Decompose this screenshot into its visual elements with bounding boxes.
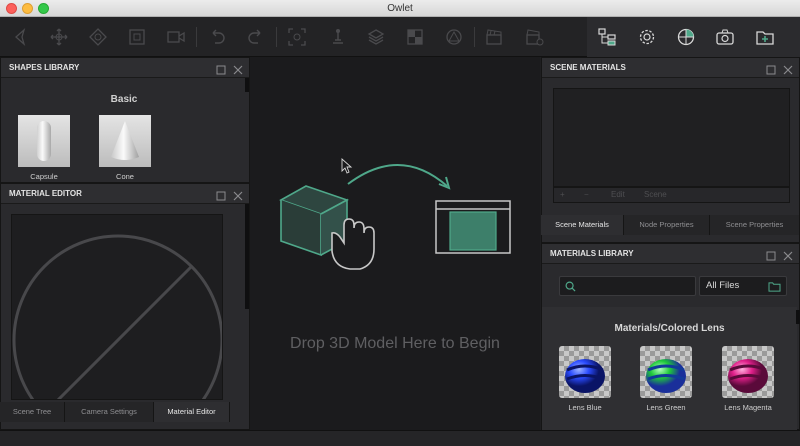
redo-icon[interactable] xyxy=(244,25,268,49)
materials-grid: Materials/Colored Lens Lens Blue Lens Gr… xyxy=(542,307,797,431)
capsule-label: Capsule xyxy=(30,172,58,181)
file-filter-value: All Files xyxy=(706,280,740,291)
scene-material-button[interactable]: Scene xyxy=(644,188,667,202)
lens-blue-material[interactable] xyxy=(559,346,611,398)
drop-illustration xyxy=(279,157,511,270)
maximize-icon[interactable] xyxy=(216,189,226,201)
toolbar xyxy=(0,17,800,57)
edit-material-button[interactable]: Edit xyxy=(611,188,625,202)
add-material-button[interactable]: + xyxy=(560,188,565,202)
clapper-icon[interactable] xyxy=(482,25,506,49)
zoom-window-button[interactable] xyxy=(38,3,49,14)
materials-category-title: Materials/Colored Lens xyxy=(614,323,725,334)
window-icon xyxy=(435,200,511,254)
maximize-icon[interactable] xyxy=(216,63,226,75)
close-icon[interactable] xyxy=(783,249,793,261)
shapes-library-header: SHAPES LIBRARY xyxy=(1,58,249,78)
tab-node-properties[interactable]: Node Properties xyxy=(624,215,710,235)
focus-icon[interactable] xyxy=(285,25,309,49)
gear-icon[interactable] xyxy=(635,25,659,49)
cone-shape-tile[interactable] xyxy=(99,115,151,167)
folder-icon[interactable] xyxy=(768,281,781,292)
search-input[interactable] xyxy=(559,276,696,296)
capsule-shape-tile[interactable] xyxy=(18,115,70,167)
title-bar: Owlet xyxy=(0,0,800,17)
triangle-icon[interactable] xyxy=(442,25,466,49)
scene-materials-title: SCENE MATERIALS xyxy=(550,63,626,72)
remove-material-button[interactable]: − xyxy=(584,188,589,202)
scene-materials-list[interactable] xyxy=(553,88,790,187)
scale-icon[interactable] xyxy=(125,25,149,49)
tab-scene-materials[interactable]: Scene Materials xyxy=(541,215,624,235)
layers-icon[interactable] xyxy=(364,25,388,49)
drop-model-text: Drop 3D Model Here to Begin xyxy=(290,335,500,352)
cone-label: Cone xyxy=(116,172,134,181)
checker-icon[interactable] xyxy=(403,25,427,49)
minimize-window-button[interactable] xyxy=(22,3,33,14)
tab-camera-settings[interactable]: Camera Settings xyxy=(65,402,154,422)
close-icon[interactable] xyxy=(783,63,793,75)
scene-materials-actions: + − Edit Scene xyxy=(553,187,790,203)
window-title: Owlet xyxy=(387,3,413,14)
close-icon[interactable] xyxy=(233,63,243,75)
rotate-icon[interactable] xyxy=(86,25,110,49)
toolbar-right-group xyxy=(587,17,800,57)
camera-frame-icon[interactable] xyxy=(164,25,188,49)
close-window-button[interactable] xyxy=(6,3,17,14)
lens-green-label: Lens Green xyxy=(646,403,686,412)
materials-library-title: MATERIALS LIBRARY xyxy=(550,249,634,258)
tab-scene-properties[interactable]: Scene Properties xyxy=(710,215,800,235)
material-preview-area xyxy=(11,214,223,400)
maximize-icon[interactable] xyxy=(766,63,776,75)
mouse-cursor-icon xyxy=(341,157,353,174)
lens-green-material[interactable] xyxy=(640,346,692,398)
no-material-icon xyxy=(12,234,222,399)
shapes-section-title: Basic xyxy=(110,94,138,105)
lens-blue-label: Lens Blue xyxy=(568,403,602,412)
lens-magenta-material[interactable] xyxy=(722,346,774,398)
camera-icon[interactable] xyxy=(713,25,737,49)
left-tabbar: Scene Tree Camera Settings Material Edit… xyxy=(0,402,250,422)
globe-icon[interactable] xyxy=(674,25,698,49)
shapes-library-title: SHAPES LIBRARY xyxy=(9,63,80,72)
lens-magenta-label: Lens Magenta xyxy=(724,403,772,412)
maximize-icon[interactable] xyxy=(766,249,776,261)
materials-library-panel: MATERIALS LIBRARY All Files Materials/Co… xyxy=(541,243,800,431)
file-filter-select[interactable]: All Files xyxy=(699,276,787,296)
close-icon[interactable] xyxy=(233,189,243,201)
right-tabbar: Scene Materials Node Properties Scene Pr… xyxy=(541,215,800,235)
folder-add-icon[interactable] xyxy=(753,25,777,49)
material-editor-scrollbar[interactable] xyxy=(245,204,249,309)
shapes-scrollbar[interactable] xyxy=(245,78,249,92)
material-editor-title: MATERIAL EDITOR xyxy=(9,189,82,198)
material-editor-header: MATERIAL EDITOR xyxy=(1,184,249,204)
search-icon xyxy=(565,281,576,292)
clapper-add-icon[interactable] xyxy=(522,25,546,49)
arrow-left-icon[interactable] xyxy=(8,25,32,49)
shapes-library-panel: SHAPES LIBRARY Basic Capsule Cone xyxy=(0,57,250,183)
material-editor-panel: MATERIAL EDITOR xyxy=(0,183,250,430)
tab-scene-tree[interactable]: Scene Tree xyxy=(0,402,65,422)
status-bar xyxy=(0,430,800,446)
pin-icon[interactable] xyxy=(326,25,350,49)
viewport-drop-zone[interactable]: Drop 3D Model Here to Begin xyxy=(250,57,540,430)
arrow-icon xyxy=(347,164,448,187)
materials-scrollbar[interactable] xyxy=(796,310,800,324)
materials-library-header: MATERIALS LIBRARY xyxy=(542,244,799,264)
tab-material-editor[interactable]: Material Editor xyxy=(154,402,230,422)
move-icon[interactable] xyxy=(47,25,71,49)
undo-icon[interactable] xyxy=(205,25,229,49)
scene-tree-icon[interactable] xyxy=(595,25,619,49)
scene-materials-header: SCENE MATERIALS xyxy=(542,58,799,78)
